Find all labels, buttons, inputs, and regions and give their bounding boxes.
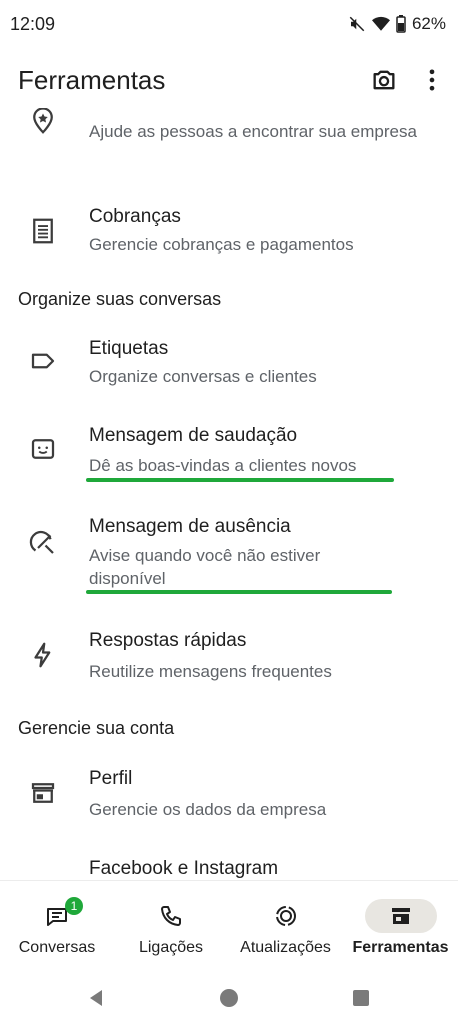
nav-updates[interactable]: Atualizações [228, 881, 343, 977]
battery-icon [396, 15, 406, 33]
updates-icon [275, 906, 296, 926]
camera-icon [373, 70, 395, 90]
labels-title: Etiquetas [89, 338, 169, 359]
page-title: Ferramentas [18, 65, 166, 95]
battery-level: 62% [411, 14, 446, 33]
profile-subtitle: Gerencie os dados da empresa [89, 800, 327, 819]
list-item-quick-replies[interactable]: Respostas rápidas Reutilize mensagens fr… [0, 620, 458, 692]
store-icon [391, 908, 410, 924]
greeting-subtitle: Dê as boas-vindas a clientes novos [89, 456, 357, 475]
list-item-facebook[interactable]: Facebook e Instagram [0, 848, 458, 880]
charges-subtitle: Gerencie cobranças e pagamentos [89, 235, 354, 254]
store-icon [31, 783, 55, 803]
section-manage: Gerencie sua conta [18, 718, 175, 738]
recents-icon[interactable] [352, 989, 370, 1007]
list-item-catalog[interactable]: Ajude as pessoas a encontrar sua empresa [0, 108, 458, 180]
list-item-labels[interactable]: Etiquetas Organize conversas e clientes [0, 330, 458, 402]
tools-list[interactable]: Ajude as pessoas a encontrar sua empresa… [0, 108, 458, 880]
receipt-icon [33, 218, 53, 244]
status-bar: 12:09 62% [0, 0, 458, 52]
status-time: 12:09 [10, 14, 56, 34]
away-title: Mensagem de ausência [89, 516, 291, 537]
flash-icon [34, 642, 51, 668]
charges-title: Cobranças [89, 206, 181, 227]
unread-badge: 1 [65, 897, 83, 915]
greeting-title: Mensagem de saudação [89, 425, 298, 446]
list-item-profile[interactable]: Perfil Gerencie os dados da empresa [0, 756, 458, 828]
label-icon [31, 353, 55, 369]
phone-icon [161, 906, 181, 926]
nav-chats[interactable]: 1 Conversas [0, 881, 114, 977]
away-icon [29, 530, 54, 554]
more-vert-icon [429, 69, 435, 91]
more-options-button[interactable] [418, 66, 446, 96]
greeting-icon [31, 439, 55, 459]
home-icon[interactable] [219, 988, 239, 1008]
nav-updates-icon-wrap [250, 899, 322, 933]
camera-button[interactable] [370, 66, 400, 96]
list-item-away[interactable]: Mensagem de ausência Avise quando você n… [0, 506, 458, 598]
profile-title: Perfil [89, 768, 133, 789]
app-bar: Ferramentas [0, 52, 458, 108]
badge-icon [33, 108, 53, 134]
quick-subtitle: Reutilize mensagens frequentes [89, 662, 332, 681]
nav-calls-icon-wrap [135, 899, 207, 933]
facebook-title: Facebook e Instagram [89, 858, 279, 879]
back-icon[interactable] [86, 988, 106, 1008]
status-icons: 62% [348, 14, 446, 34]
nav-chats-icon-wrap: 1 [21, 897, 93, 933]
list-item-charges[interactable]: Cobranças Gerencie cobranças e pagamento… [0, 196, 458, 268]
system-navigation [0, 976, 458, 1024]
bottom-navigation: 1 Conversas Ligações Atualizações Ferram… [0, 880, 458, 977]
mute-icon [349, 16, 365, 32]
labels-subtitle: Organize conversas e clientes [89, 367, 317, 386]
quick-title: Respostas rápidas [89, 630, 247, 651]
away-subtitle: Avise quando você não estiver disponível [89, 546, 321, 588]
nav-tools-icon-wrap [364, 899, 437, 933]
nav-calls[interactable]: Ligações [114, 881, 228, 977]
highlight-underline [86, 590, 392, 594]
section-organize: Organize suas conversas [18, 289, 222, 309]
nav-tools-label: Ferramentas [352, 939, 449, 956]
nav-updates-label: Atualizações [240, 939, 331, 956]
wifi-icon [371, 16, 390, 31]
catalog-subtitle: Ajude as pessoas a encontrar sua empresa [89, 122, 417, 141]
nav-calls-label: Ligações [138, 939, 204, 956]
nav-chats-label: Conversas [18, 939, 96, 956]
nav-tools[interactable]: Ferramentas [343, 881, 458, 977]
highlight-underline [86, 478, 394, 482]
